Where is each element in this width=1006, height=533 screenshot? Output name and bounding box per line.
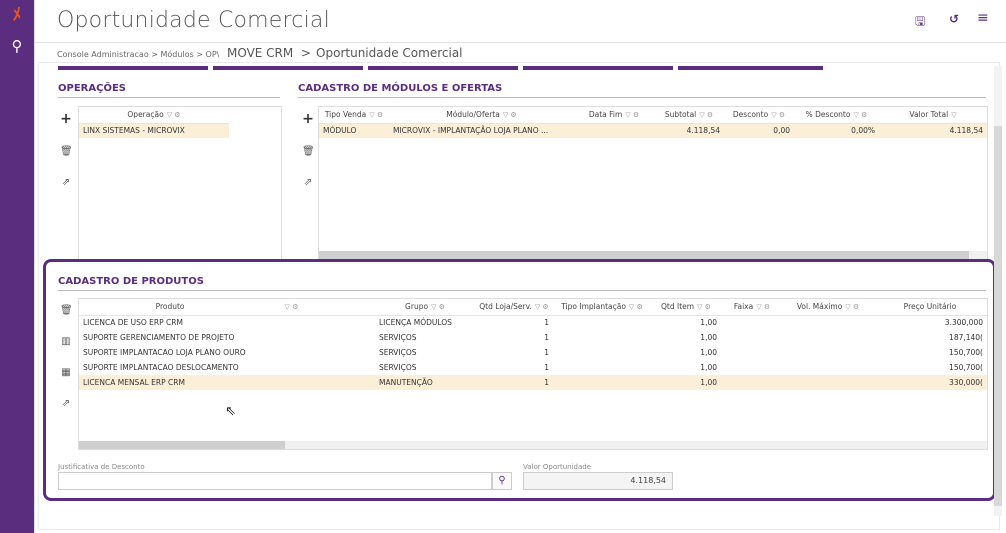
breadcrumb-part-2[interactable]: MOVE CRM xyxy=(227,46,293,60)
filter-icon[interactable]: ▽ xyxy=(951,111,956,119)
filter-icon[interactable]: ▽ ⚙ xyxy=(625,111,639,119)
modulos-hscroll[interactable] xyxy=(319,251,987,259)
col-operacao[interactable]: Operação ▽ ⚙ xyxy=(79,107,229,124)
modulos-title: CADASTRO DE MÓDULOS E OFERTAS xyxy=(298,83,503,94)
tab-indicator-4[interactable] xyxy=(523,66,673,70)
cell-pct-desconto: 0,00% xyxy=(794,123,879,138)
filter-icon[interactable]: ▽ ⚙ xyxy=(167,111,181,119)
operacao-cell: LINX SISTEMAS - MICROVIX xyxy=(79,123,229,138)
cell-tipo-venda: MÓDULO xyxy=(319,123,389,138)
external-link-icon[interactable]: ⇗ xyxy=(302,177,314,188)
add-modulo-icon[interactable]: + xyxy=(302,111,314,127)
add-operacao-icon[interactable]: + xyxy=(60,111,72,127)
col-label: Desconto xyxy=(732,110,769,120)
filter-icon[interactable]: ▽ ⚙ xyxy=(771,111,785,119)
col-tipo-venda[interactable]: Tipo Venda ▽ ⚙ xyxy=(319,107,389,124)
search-icon[interactable]: ⚲ xyxy=(8,37,26,55)
filter-icon[interactable]: ▽ ⚙ xyxy=(503,111,517,119)
col-modulo-oferta[interactable]: Módulo/Oferta ▽ ⚙ xyxy=(389,107,574,124)
cell-modulo-oferta: MICROVIX - IMPLANTAÇÃO LOJA PLANO ... xyxy=(389,123,574,138)
modulos-underline xyxy=(298,97,986,98)
operacoes-grid: Operação ▽ ⚙ LINX SISTEMAS - MICROVIX xyxy=(78,106,282,260)
produtos-highlight-frame xyxy=(43,259,996,501)
cell-subtotal: 4.118,54 xyxy=(654,123,724,138)
trash-icon[interactable]: 🗑 xyxy=(60,146,73,157)
page-vscroll[interactable] xyxy=(994,66,1002,516)
table-row[interactable]: LINX SISTEMAS - MICROVIX xyxy=(79,123,229,138)
tab-indicator-2[interactable] xyxy=(213,66,363,70)
filter-icon[interactable]: ▽ ⚙ xyxy=(853,111,867,119)
page-title: Oportunidade Comercial xyxy=(57,8,330,33)
col-label: Data Fim xyxy=(588,110,623,120)
tab-indicator-5[interactable] xyxy=(678,66,823,70)
cell-valor-total: 4.118,54 xyxy=(879,123,987,138)
save-icon[interactable]: 🖫 xyxy=(915,12,925,33)
col-pct-desconto[interactable]: % Desconto ▽ ⚙ xyxy=(794,107,879,124)
scroll-thumb[interactable] xyxy=(319,251,969,259)
cell-desconto: 0,00 xyxy=(724,123,794,138)
col-desconto[interactable]: Desconto ▽ ⚙ xyxy=(724,107,794,124)
left-rail: ﾒ ⚲ xyxy=(0,0,34,533)
operacoes-title: OPERAÇÕES xyxy=(58,83,126,94)
table-row[interactable]: MÓDULO MICROVIX - IMPLANTAÇÃO LOJA PLANO… xyxy=(319,123,987,138)
tab-indicator-3[interactable] xyxy=(368,66,518,70)
col-data-fim[interactable]: Data Fim ▽ ⚙ xyxy=(574,107,654,124)
app-logo-icon[interactable]: ﾒ xyxy=(8,6,26,24)
trash-icon[interactable]: 🗑 xyxy=(302,146,315,157)
operacoes-underline xyxy=(58,97,280,98)
col-operacao-label: Operação xyxy=(127,110,164,120)
col-label: Valor Total xyxy=(909,110,949,120)
scroll-thumb[interactable] xyxy=(994,126,1002,506)
tab-indicator-1[interactable] xyxy=(58,66,208,70)
col-valor-total[interactable]: Valor Total ▽ xyxy=(879,107,987,124)
col-label: Subtotal xyxy=(664,110,697,120)
cell-data-fim xyxy=(574,123,654,138)
mouse-cursor-icon: ⇖ xyxy=(225,404,236,419)
breadcrumb-sep: > xyxy=(300,46,311,60)
menu-icon[interactable]: ≡ xyxy=(977,10,989,26)
filter-icon[interactable]: ▽ ⚙ xyxy=(369,111,383,119)
col-label: Tipo Venda xyxy=(324,110,367,120)
breadcrumb-part-1[interactable]: Console Administracao > Módulos > OP\ xyxy=(57,50,219,59)
breadcrumb: Console Administracao > Módulos > OP\ MO… xyxy=(57,46,463,60)
breadcrumb-part-3: Oportunidade Comercial xyxy=(316,46,463,60)
col-label: % Desconto xyxy=(805,110,851,120)
col-label: Módulo/Oferta xyxy=(446,110,500,120)
modulos-grid: Tipo Venda ▽ ⚙ Módulo/Oferta ▽ ⚙ Data Fim ▽… xyxy=(318,106,988,260)
filter-icon[interactable]: ▽ ⚙ xyxy=(699,111,713,119)
col-subtotal[interactable]: Subtotal ▽ ⚙ xyxy=(654,107,724,124)
title-divider xyxy=(35,42,1006,43)
external-link-icon[interactable]: ⇗ xyxy=(60,177,72,188)
undo-icon[interactable]: ↺ xyxy=(949,12,959,26)
